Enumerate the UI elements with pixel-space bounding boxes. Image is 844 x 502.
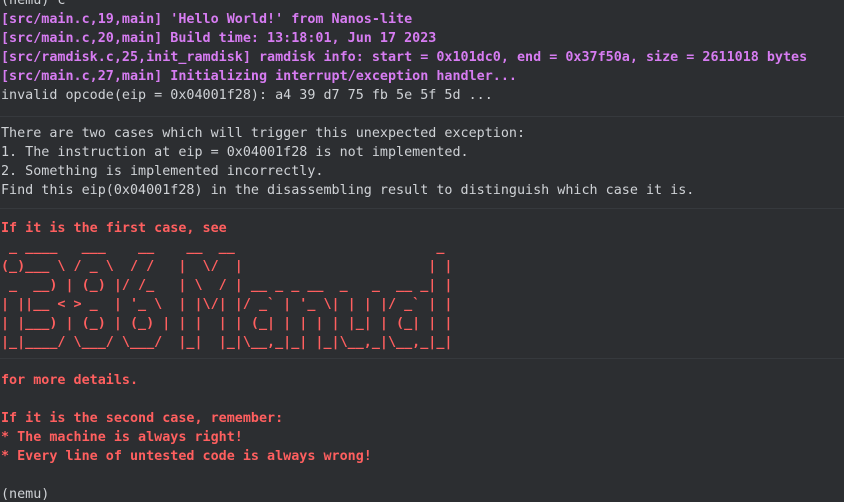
output-line: There are two cases which will trigger t… — [1, 126, 526, 141]
ascii-art-line: _ ____ ___ __ __ __ _ — [1, 240, 453, 255]
prompt-line: (nemu) c — [1, 0, 66, 8]
output-line: [src/main.c,27,main] Initializing interr… — [1, 69, 517, 84]
output-line: [src/ramdisk.c,25,init_ramdisk] ramdisk … — [1, 50, 808, 65]
ascii-art-line: |_|____/ \___/ \___/ |_| |_|\__,_|_| |_|… — [1, 335, 453, 350]
prompt-line: (nemu) — [1, 487, 50, 502]
ascii-art-line: | ||__ < > _ | '_ \ | |\/| |/ _` | '_ \|… — [1, 297, 453, 312]
terminal-window[interactable]: (nemu) c [src/main.c,19,main] 'Hello Worl… — [0, 0, 844, 502]
output-line: * Every line of untested code is always … — [1, 449, 372, 464]
output-line: If it is the first case, see — [1, 221, 227, 236]
output-line: Find this eip(0x04001f28) in the disasse… — [1, 183, 695, 198]
output-line: invalid opcode(eip = 0x04001f28): a4 39 … — [1, 88, 493, 103]
output-line: * The machine is always right! — [1, 430, 243, 445]
output-line: 1. The instruction at eip = 0x04001f28 i… — [1, 145, 469, 160]
ascii-art-line: _ __) | (_) |/ /_ | \ / | __ _ _ __ _ _ … — [1, 278, 453, 293]
output-line: If it is the second case, remember: — [1, 411, 284, 426]
ascii-art-line: (_)___ \ / _ \ / / | \/ | | | — [1, 259, 453, 274]
output-line: for more details. — [1, 373, 139, 388]
ascii-art-line: | |___) | (_) | (_) | | | | | (_| | | | … — [1, 316, 453, 331]
output-line: 2. Something is implemented incorrectly. — [1, 164, 324, 179]
output-line: [src/main.c,19,main] 'Hello World!' from… — [1, 12, 413, 27]
output-line: [src/main.c,20,main] Build time: 13:18:0… — [1, 31, 437, 46]
terminal-output: (nemu) c [src/main.c,19,main] 'Hello Worl… — [1, 0, 844, 502]
